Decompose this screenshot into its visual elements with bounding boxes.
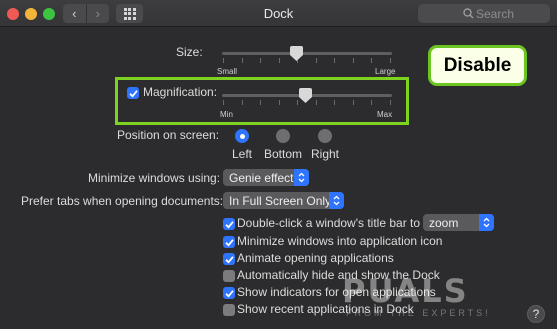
search-icon <box>463 8 474 19</box>
size-min-label: Small <box>217 67 238 76</box>
popup-arrows-icon <box>329 192 344 209</box>
question-mark-icon: ? <box>532 307 540 321</box>
magnification-min-label: Min <box>220 110 233 119</box>
watermark-tagline: FROM THE EXPERTS! <box>346 308 491 318</box>
position-left-label: Left <box>232 147 253 161</box>
prefer-tabs-value: In Full Screen Only <box>229 193 332 208</box>
popup-arrows-icon <box>479 214 494 231</box>
animate-opening-checkbox[interactable] <box>223 253 235 265</box>
title-bar: ‹ › Dock Search <box>0 0 557 27</box>
size-slider-ticks <box>223 58 391 63</box>
prefer-tabs-label: Prefer tabs when opening documents: <box>21 194 224 208</box>
magnification-label: Magnification: <box>143 85 218 99</box>
minimize-effect-popup[interactable]: Genie effect <box>223 169 309 186</box>
position-right-radio[interactable] <box>318 129 332 143</box>
show-indicators-checkbox[interactable] <box>223 287 235 299</box>
minimize-label: Minimize windows using: <box>88 171 221 185</box>
size-label: Size: <box>176 45 203 59</box>
minimize-into-icon-label: Minimize windows into application icon <box>237 234 443 248</box>
checkmark-icon <box>224 289 234 298</box>
animate-opening-label: Animate opening applications <box>237 251 394 265</box>
watermark-logo: PUALS <box>342 272 469 310</box>
help-button[interactable]: ? <box>527 305 545 323</box>
size-slider-track[interactable] <box>222 52 392 55</box>
search-field[interactable]: Search <box>418 4 550 23</box>
position-left-radio[interactable] <box>235 129 249 143</box>
popup-arrows-icon <box>294 169 309 186</box>
size-max-label: Large <box>375 67 396 76</box>
prefer-tabs-popup[interactable]: In Full Screen Only <box>223 192 344 209</box>
position-label: Position on screen: <box>117 128 220 142</box>
double-click-action-popup[interactable]: zoom <box>423 214 494 231</box>
checkmark-icon <box>224 238 234 247</box>
minimize-effect-value: Genie effect <box>229 170 294 185</box>
disable-callout: Disable <box>428 45 527 86</box>
auto-hide-checkbox[interactable] <box>223 270 235 282</box>
double-click-label: Double-click a window's title bar to <box>237 216 421 230</box>
double-click-action-value: zoom <box>429 215 459 230</box>
checkmark-icon <box>224 220 234 229</box>
checkmark-icon <box>128 89 138 98</box>
show-recent-checkbox[interactable] <box>223 304 235 316</box>
position-bottom-radio[interactable] <box>276 129 290 143</box>
double-click-checkbox[interactable] <box>223 218 235 230</box>
magnification-max-label: Max <box>377 110 393 119</box>
search-placeholder: Search <box>476 6 515 21</box>
position-right-label: Right <box>311 147 340 161</box>
magnification-checkbox[interactable] <box>127 87 139 99</box>
checkmark-icon <box>224 255 234 264</box>
position-bottom-label: Bottom <box>264 147 303 161</box>
minimize-into-icon-checkbox[interactable] <box>223 236 235 248</box>
